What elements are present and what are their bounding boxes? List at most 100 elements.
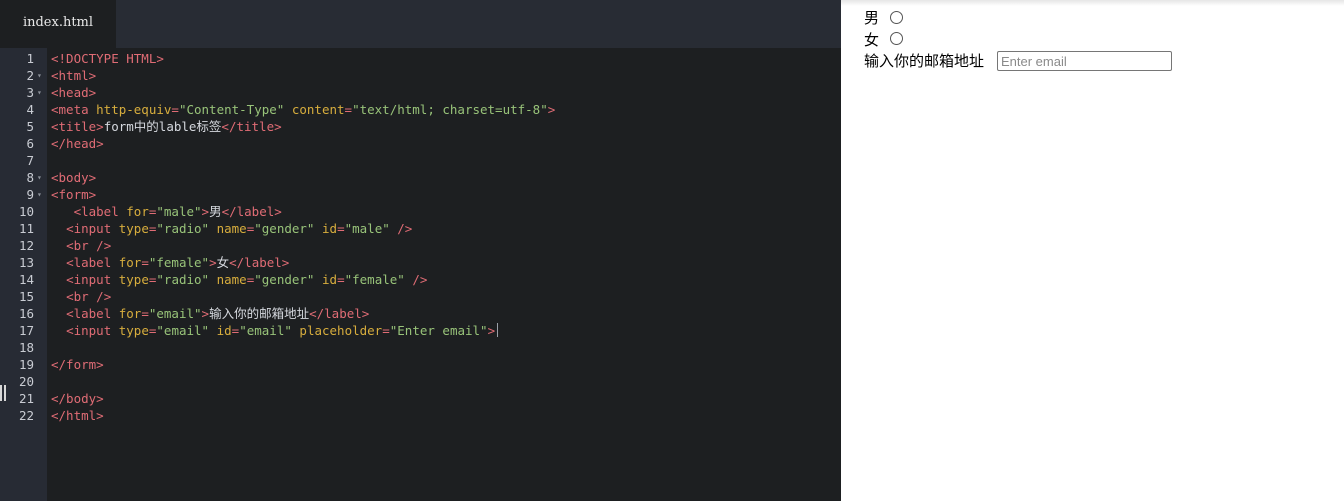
- fold-arrow-icon[interactable]: ▾: [37, 186, 42, 203]
- code-token: 输入你的邮箱地址: [209, 306, 310, 321]
- email-label[interactable]: 输入你的邮箱地址: [864, 51, 984, 71]
- email-input[interactable]: [997, 51, 1172, 71]
- code-token: type: [118, 221, 149, 236]
- code-text: <label for="male">男</label>: [51, 203, 282, 220]
- code-text: <br />: [51, 288, 111, 305]
- code-text: <br />: [51, 237, 111, 254]
- code-line[interactable]: 8 ▾ <body>: [0, 169, 841, 186]
- code-line[interactable]: 7: [0, 152, 841, 169]
- code-text: <meta http-equiv="Content-Type" content=…: [51, 101, 555, 118]
- text-cursor: [497, 323, 499, 337]
- line-number: 13: [18, 255, 34, 270]
- code-token: id: [322, 221, 338, 236]
- code-area[interactable]: 1 <!DOCTYPE HTML> 2 ▾ <html> 3 ▾ <head> 4 <meta h…: [0, 48, 841, 501]
- code-text: <head>: [51, 84, 96, 101]
- preview-pane: 男 女 输入你的邮箱地址: [841, 0, 1344, 501]
- code-text: </html>: [51, 407, 104, 424]
- code-line[interactable]: 3 ▾ <head>: [0, 84, 841, 101]
- code-token: <input: [66, 272, 119, 287]
- code-line[interactable]: 21 </body>: [0, 390, 841, 407]
- code-text: <!DOCTYPE HTML>: [51, 50, 164, 67]
- code-text: <title>form中的lable标签</title>: [51, 118, 282, 135]
- code-token: "female": [344, 272, 405, 287]
- code-token: <head>: [51, 85, 97, 100]
- code-token: <label: [66, 255, 119, 270]
- code-line[interactable]: 10 <label for="male">男</label>: [0, 203, 841, 220]
- code-token: =: [344, 102, 353, 117]
- code-token: </body>: [51, 391, 104, 406]
- code-line[interactable]: 6 </head>: [0, 135, 841, 152]
- line-number: 8: [26, 170, 34, 185]
- fold-arrow-icon[interactable]: ▾: [37, 67, 42, 84]
- line-number: 5: [26, 119, 34, 134]
- code-token: =: [141, 306, 149, 321]
- code-token: >: [201, 204, 210, 219]
- code-token: for: [126, 204, 149, 219]
- fold-arrow-icon[interactable]: ▾: [37, 84, 42, 101]
- line-number: 18: [18, 340, 34, 355]
- code-token: 女: [216, 255, 230, 270]
- code-token: =: [382, 323, 390, 338]
- fold-arrow-icon[interactable]: ▾: [37, 169, 42, 186]
- male-label[interactable]: 男: [864, 8, 879, 28]
- code-token: placeholder: [299, 323, 383, 338]
- code-text: </head>: [51, 135, 104, 152]
- code-text: <html>: [51, 67, 96, 84]
- code-text: <input type="radio" name="gender" id="ma…: [51, 220, 412, 237]
- code-token: "male": [344, 221, 390, 236]
- code-token: =: [141, 255, 149, 270]
- code-token: >: [487, 323, 496, 338]
- code-token: <body>: [51, 170, 97, 185]
- code-token: name: [216, 272, 247, 287]
- code-line[interactable]: 14 <input type="radio" name="gender" id=…: [0, 271, 841, 288]
- line-number: 1: [26, 51, 34, 66]
- code-token: =: [171, 102, 179, 117]
- line-number: 11: [18, 221, 34, 236]
- female-label[interactable]: 女: [864, 30, 879, 50]
- code-line[interactable]: 16 <label for="email">输入你的邮箱地址</label>: [0, 305, 841, 322]
- code-line[interactable]: 13 <label for="female">女</label>: [0, 254, 841, 271]
- line-number: 16: [18, 306, 34, 321]
- code-token: </title>: [221, 119, 282, 134]
- code-line[interactable]: 12 <br />: [0, 237, 841, 254]
- code-line[interactable]: 22 </html>: [0, 407, 841, 424]
- code-line[interactable]: 18: [0, 339, 841, 356]
- code-line[interactable]: 1 <!DOCTYPE HTML>: [0, 50, 841, 67]
- code-token: for: [118, 306, 142, 321]
- code-line[interactable]: 9 ▾ <form>: [0, 186, 841, 203]
- code-token: "gender": [254, 221, 315, 236]
- code-token: </head>: [51, 136, 104, 151]
- code-line[interactable]: 20: [0, 373, 841, 390]
- code-line[interactable]: 19 </form>: [0, 356, 841, 373]
- code-line[interactable]: 5 <title>form中的lable标签</title>: [0, 118, 841, 135]
- code-token: <meta: [51, 102, 97, 117]
- male-radio[interactable]: [890, 11, 903, 24]
- code-token: "email": [239, 323, 292, 338]
- line-number: 10: [18, 204, 34, 219]
- code-line[interactable]: 4 <meta http-equiv="Content-Type" content…: [0, 101, 841, 118]
- female-radio[interactable]: [890, 32, 903, 45]
- code-line[interactable]: 2 ▾ <html>: [0, 67, 841, 84]
- code-token: <label: [73, 204, 127, 219]
- code-token: form中的lable标签: [103, 119, 222, 134]
- code-token: "radio": [156, 221, 210, 236]
- code-token: for: [118, 255, 142, 270]
- code-line[interactable]: 11 <input type="radio" name="gender" id=…: [0, 220, 841, 237]
- code-line[interactable]: 15 <br />: [0, 288, 841, 305]
- code-token: />: [404, 272, 428, 287]
- drag-handle[interactable]: [0, 385, 6, 401]
- code-token: =: [337, 272, 345, 287]
- code-token: <form>: [51, 187, 97, 202]
- tab-index-html[interactable]: index.html: [0, 0, 116, 48]
- tab-bar: index.html: [0, 0, 841, 48]
- code-token: </html>: [51, 408, 104, 423]
- code-line[interactable]: 17 <input type="email" id="email" placeh…: [0, 322, 841, 339]
